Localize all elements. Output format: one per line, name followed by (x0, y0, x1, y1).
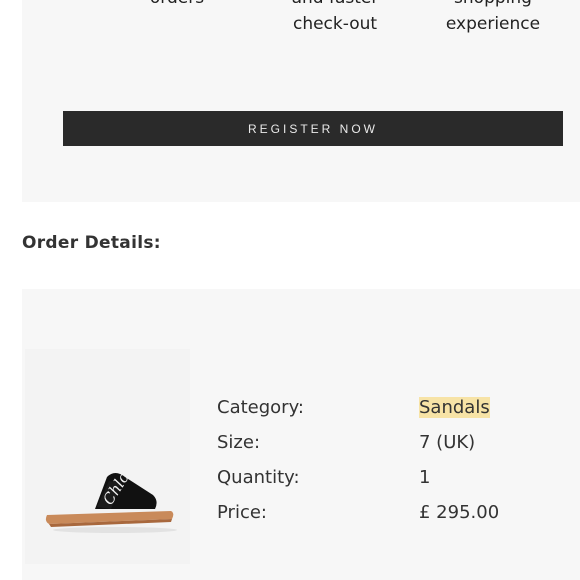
detail-value: Sandals (419, 397, 490, 418)
detail-row-size: Size: 7 (UK) (217, 427, 577, 462)
detail-row-price: Price: £ 295.00 (217, 497, 577, 532)
detail-label: Category: (217, 397, 304, 418)
sandal-icon: Chlo (45, 469, 177, 533)
benefit-line: check-out (292, 14, 378, 34)
benefit-line: experience (445, 14, 541, 34)
detail-row-category: Category: Sandals (217, 392, 577, 427)
benefit-line: shopping (418, 0, 568, 11)
product-image[interactable]: Chlo (25, 349, 190, 564)
register-promo-panel: orders and faster check-out shopping exp… (22, 0, 580, 202)
detail-label: Price: (217, 502, 267, 523)
benefit-line: orders (102, 0, 252, 11)
detail-value: £ 295.00 (419, 502, 500, 523)
order-confirmation-page: orders and faster check-out shopping exp… (0, 0, 580, 580)
benefit-faster-checkout: and faster check-out (260, 0, 410, 37)
order-item-details: Category: Sandals Size: 7 (UK) Quantity:… (217, 392, 577, 532)
order-item-card: Chlo Category: Sandals Size: 7 (UK) Quan… (22, 289, 580, 580)
benefit-shopping-experience: shopping experience (418, 0, 568, 37)
detail-row-quantity: Quantity: 1 (217, 462, 577, 497)
detail-label: Quantity: (217, 467, 300, 488)
order-details-heading: Order Details: (22, 233, 161, 253)
register-now-button[interactable]: REGISTER NOW (63, 111, 563, 146)
detail-value: 7 (UK) (419, 432, 476, 453)
benefit-line: and faster (260, 0, 410, 11)
detail-value: 1 (419, 467, 431, 488)
detail-label: Size: (217, 432, 261, 453)
benefit-track-orders: orders (102, 0, 252, 11)
